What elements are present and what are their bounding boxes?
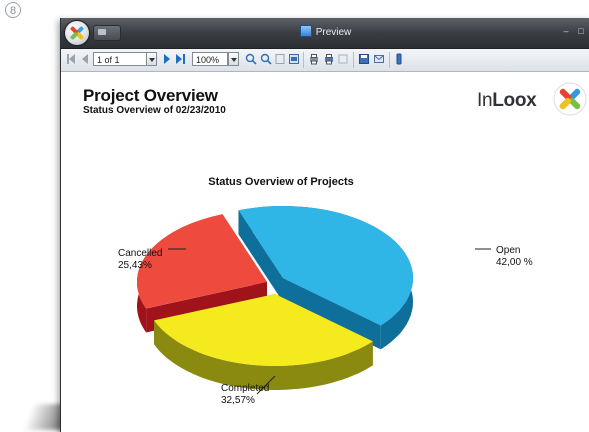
page-setup-icon[interactable] <box>288 53 300 65</box>
report-page: Project Overview Status Overview of 02/2… <box>61 72 589 432</box>
first-page-button[interactable] <box>64 52 78 67</box>
preview-window: Preview – □ 1 of 1 100% Project Overview… <box>60 18 589 432</box>
slice-label-cancelled: Cancelled 25,43% <box>118 248 162 272</box>
zoom-input[interactable]: 100% <box>192 52 228 66</box>
toolbar-separator <box>353 52 354 68</box>
slice-label-cancelled-value: 25,43% <box>118 260 152 271</box>
zoom-dropdown-button[interactable] <box>228 52 239 66</box>
minimize-button[interactable]: – <box>560 26 572 36</box>
save-icon[interactable] <box>358 53 370 65</box>
next-page-button[interactable] <box>159 52 173 67</box>
export-icon[interactable] <box>337 53 349 65</box>
slice-label-open-value: 42,00 % <box>496 257 533 268</box>
step-number-badge: 8 <box>5 2 21 18</box>
fit-page-icon[interactable] <box>274 53 286 65</box>
slice-label-completed-value: 32,57% <box>221 395 255 406</box>
close-preview-icon[interactable] <box>393 53 405 65</box>
title-bar: Preview – □ <box>61 18 589 49</box>
toolbar-separator <box>389 52 390 68</box>
window-title: Preview <box>61 25 589 38</box>
preview-toolbar: 1 of 1 100% <box>61 49 589 72</box>
previous-page-button[interactable] <box>78 52 92 67</box>
zoom-in-icon[interactable] <box>245 53 257 65</box>
slice-label-completed-name: Completed <box>221 383 270 394</box>
email-icon[interactable] <box>373 53 385 65</box>
zoom-out-icon[interactable] <box>260 53 272 65</box>
last-page-button[interactable] <box>173 52 187 67</box>
print-icon[interactable] <box>308 53 320 65</box>
slice-label-open: Open 42,00 % <box>496 245 533 269</box>
toolbar-separator <box>303 52 304 68</box>
slice-label-completed: Completed 32,57% <box>221 383 269 407</box>
page-dropdown-button[interactable] <box>146 52 157 66</box>
slice-label-open-name: Open <box>496 245 521 256</box>
preview-doc-icon <box>299 25 312 37</box>
window-title-text: Preview <box>315 27 352 38</box>
quick-print-icon[interactable] <box>323 53 335 65</box>
slice-label-cancelled-name: Cancelled <box>118 248 163 259</box>
maximize-button[interactable]: □ <box>575 26 587 36</box>
